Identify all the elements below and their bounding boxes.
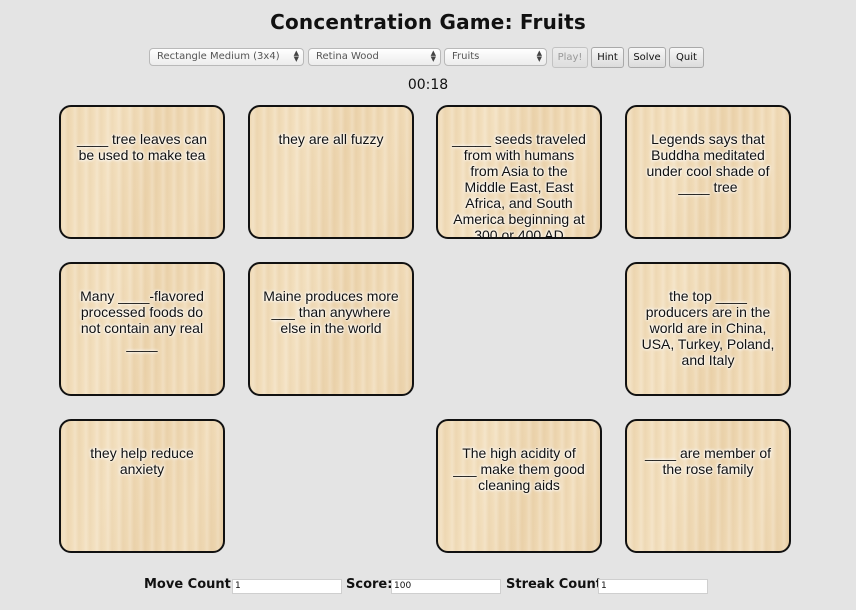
layout-select[interactable]: Rectangle Medium (3x4) ▲ ▼ [149,48,304,66]
select-arrows-icon: ▲ ▼ [430,49,436,63]
card[interactable]: The high acidity of ___ make them good c… [436,419,602,553]
card[interactable]: Legends says that Buddha meditated under… [625,105,791,239]
card-text: ____ are member of the rose family [644,445,772,477]
hint-button[interactable]: Hint [591,47,624,68]
card-text: Maine produces more ___ than anywhere el… [263,288,399,336]
card[interactable]: ____ are member of the rose family [625,419,791,553]
quit-button[interactable]: Quit [669,47,704,68]
score-field[interactable]: 100 [391,579,501,594]
theme-select-value: Retina Wood [316,51,379,62]
select-arrows-icon: ▲ ▼ [536,49,542,63]
card-text: ____ tree leaves can be used to make tea [77,131,207,163]
card-text: they help reduce anxiety [90,445,194,477]
controls-bar: Rectangle Medium (3x4) ▲ ▼ Retina Wood ▲ ▼… [0,47,856,68]
streak-count-label: Streak Count: [506,577,608,592]
card[interactable]: _____ seeds traveled from with humans fr… [436,105,602,239]
card[interactable]: they help reduce anxiety [59,419,225,553]
solve-button[interactable]: Solve [628,47,666,68]
card-text: The high acidity of ___ make them good c… [453,445,585,493]
card-text: _____ seeds traveled from with humans fr… [452,131,586,239]
topic-select[interactable]: Fruits ▲ ▼ [444,48,547,66]
card-text: Legends says that Buddha meditated under… [646,131,770,195]
card-text: they are all fuzzy [278,131,384,147]
score-label: Score: [346,577,393,592]
theme-select[interactable]: Retina Wood ▲ ▼ [308,48,441,66]
play-button[interactable]: Play! [552,47,588,68]
card[interactable]: Maine produces more ___ than anywhere el… [248,262,414,396]
select-arrows-icon: ▲ ▼ [293,49,299,63]
card[interactable]: Many ____-flavored processed foods do no… [59,262,225,396]
move-count-label: Move Count: [144,577,237,592]
card[interactable]: they are all fuzzy [248,105,414,239]
card[interactable]: ____ tree leaves can be used to make tea [59,105,225,239]
game-title: Concentration Game: Fruits [270,10,586,34]
move-count-field[interactable]: 1 [232,579,342,594]
card-text: the top ____ producers are in the world … [641,288,775,368]
topic-select-value: Fruits [452,51,480,62]
streak-count-field[interactable]: 1 [598,579,708,594]
score-footer: Move Count: 1 Score: 100 Streak Count: 1 [0,577,856,597]
game-timer: 00:18 [407,77,449,93]
card[interactable]: the top ____ producers are in the world … [625,262,791,396]
layout-select-value: Rectangle Medium (3x4) [157,51,280,62]
card-text: Many ____-flavored processed foods do no… [80,288,204,352]
